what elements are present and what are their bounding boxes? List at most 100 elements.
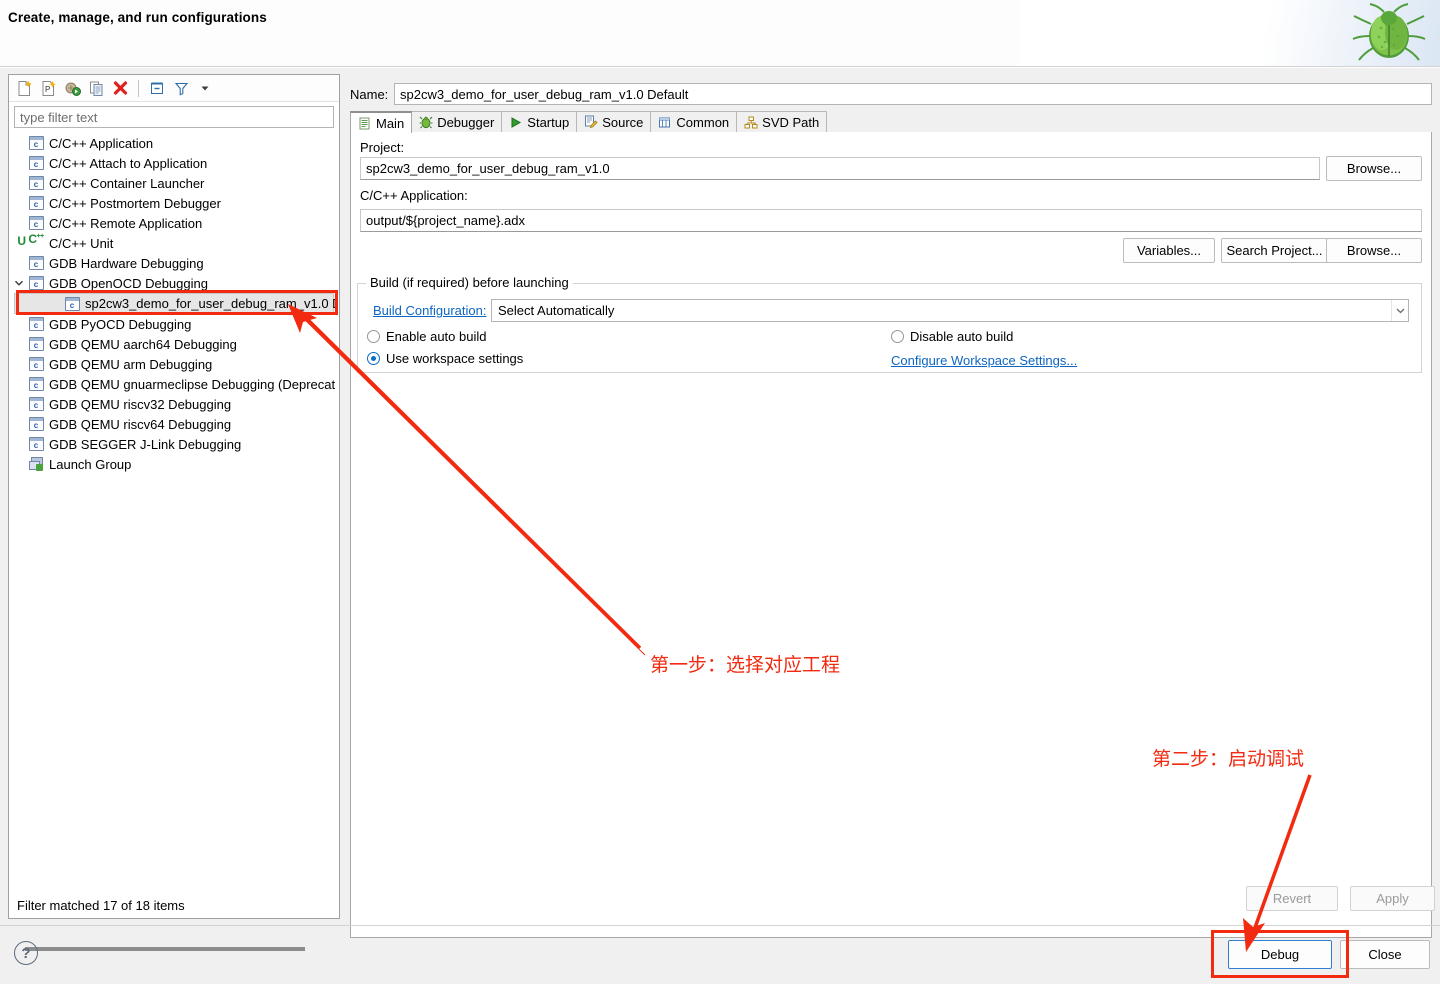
tab-label: Common [676, 115, 729, 130]
export-icon[interactable] [61, 77, 83, 99]
config-icon: c [27, 417, 45, 431]
configurations-toolbar: P [9, 75, 339, 102]
tab-common[interactable]: Common [650, 111, 737, 132]
radio-use-workspace-settings-label: Use workspace settings [386, 351, 523, 366]
close-button[interactable]: Close [1340, 940, 1430, 969]
tab-label: Startup [527, 115, 569, 130]
scrollbar-thumb[interactable] [25, 947, 305, 951]
tree-twisty-spacer [11, 396, 27, 412]
config-icon: c [27, 156, 45, 170]
build-configuration-value: Select Automatically [492, 303, 1391, 318]
config-icon: c [27, 317, 45, 331]
tab-label: Main [376, 116, 404, 131]
tree-item-10[interactable]: cGDB QEMU aarch64 Debugging [11, 334, 337, 354]
radio-indicator[interactable] [367, 352, 380, 365]
tree-item-2[interactable]: cC/C++ Container Launcher [11, 173, 337, 193]
tree-item-14[interactable]: cGDB QEMU riscv64 Debugging [11, 414, 337, 434]
tree-item-3[interactable]: cC/C++ Postmortem Debugger [11, 193, 337, 213]
tree-item-1[interactable]: cC/C++ Attach to Application [11, 153, 337, 173]
tree-item-4[interactable]: cC/C++ Remote Application [11, 213, 337, 233]
tree-item-8[interactable]: csp2cw3_demo_for_user_debug_ram_v1.0 Def… [14, 293, 334, 314]
configuration-editor: Name: sp2cw3_demo_for_user_debug_ram_v1.… [350, 74, 1432, 919]
configurations-panel: P [8, 74, 340, 919]
tree-item-15[interactable]: cGDB SEGGER J-Link Debugging [11, 434, 337, 454]
radio-use-workspace-settings[interactable]: Use workspace settings [367, 351, 523, 366]
tab-debugger[interactable]: Debugger [411, 111, 502, 132]
chevron-down-icon[interactable] [194, 77, 216, 99]
config-icon: c [27, 377, 45, 391]
tree-item-label: GDB QEMU aarch64 Debugging [45, 337, 237, 352]
radio-disable-auto-build[interactable]: Disable auto build [891, 329, 1013, 344]
tree-item-label: Launch Group [45, 457, 131, 472]
application-input[interactable]: output/${project_name}.adx [360, 209, 1422, 232]
tree-item-9[interactable]: cGDB PyOCD Debugging [11, 314, 337, 334]
duplicate-icon[interactable] [85, 77, 107, 99]
tab-svd-path[interactable]: SVD Path [736, 111, 827, 132]
radio-indicator[interactable] [891, 330, 904, 343]
filter-icon[interactable] [170, 77, 192, 99]
horizontal-scrollbar[interactable] [11, 941, 337, 957]
search-input[interactable] [15, 107, 333, 127]
debug-button[interactable]: Debug [1228, 940, 1332, 969]
new-configuration-icon[interactable] [13, 77, 35, 99]
tree-item-11[interactable]: cGDB QEMU arm Debugging [11, 354, 337, 374]
tree-item-13[interactable]: cGDB QEMU riscv32 Debugging [11, 394, 337, 414]
chevron-down-icon[interactable] [1391, 300, 1408, 321]
build-configuration-select[interactable]: Select Automatically [491, 299, 1409, 322]
tree-item-label: GDB QEMU gnuarmeclipse Debugging (Deprec… [45, 377, 335, 392]
tree-item-label: C/C++ Unit [45, 236, 113, 251]
config-icon: c [63, 297, 81, 311]
radio-disable-auto-build-label: Disable auto build [910, 329, 1013, 344]
config-icon: c [27, 337, 45, 351]
tab-source[interactable]: Source [576, 111, 651, 132]
build-group: Build (if required) before launching Bui… [357, 283, 1422, 373]
tree-item-label: C/C++ Container Launcher [45, 176, 204, 191]
tree-twisty-spacer [11, 356, 27, 372]
chevron-down-icon[interactable] [11, 275, 27, 291]
tree-item-16[interactable]: Launch Group [11, 454, 337, 474]
tree-item-7[interactable]: cGDB OpenOCD Debugging [11, 273, 337, 293]
new-prototype-icon[interactable]: P [37, 77, 59, 99]
configure-workspace-settings-link[interactable]: Configure Workspace Settings... [891, 353, 1077, 368]
bug-icon [1348, 2, 1430, 64]
collapse-all-icon[interactable] [146, 77, 168, 99]
tree-twisty-spacer [11, 376, 27, 392]
config-icon: c [27, 256, 45, 270]
tree-twisty-spacer [11, 436, 27, 452]
tree-item-0[interactable]: cC/C++ Application [11, 133, 337, 153]
tree-item-6[interactable]: cGDB Hardware Debugging [11, 253, 337, 273]
project-browse-button[interactable]: Browse... [1326, 156, 1422, 181]
revert-button[interactable]: Revert [1246, 886, 1338, 911]
delete-icon[interactable] [109, 77, 131, 99]
name-row: Name: sp2cw3_demo_for_user_debug_ram_v1.… [350, 82, 1432, 106]
configurations-tree[interactable]: cC/C++ ApplicationcC/C++ Attach to Appli… [11, 133, 337, 939]
tree-item-label: C/C++ Remote Application [45, 216, 202, 231]
name-input[interactable]: sp2cw3_demo_for_user_debug_ram_v1.0 Defa… [394, 83, 1432, 105]
tree-item-5[interactable]: C++UC/C++ Unit [11, 233, 337, 253]
build-configuration-link[interactable]: Build Configuration: [373, 303, 486, 318]
tree-item-label: GDB QEMU riscv32 Debugging [45, 397, 231, 412]
tab-main[interactable]: Main [350, 111, 412, 133]
svg-text:P: P [45, 85, 50, 94]
help-icon[interactable]: ? [14, 941, 38, 965]
tree-item-12[interactable]: cGDB QEMU gnuarmeclipse Debugging (Depre… [11, 374, 337, 394]
application-browse-button[interactable]: Browse... [1326, 238, 1422, 263]
tree-item-label: GDB PyOCD Debugging [45, 317, 191, 332]
tree-twisty-spacer [11, 135, 27, 151]
tree-item-label: GDB QEMU riscv64 Debugging [45, 417, 231, 432]
apply-button[interactable]: Apply [1350, 886, 1435, 911]
variables-button[interactable]: Variables... [1123, 238, 1215, 263]
tree-item-label: GDB Hardware Debugging [45, 256, 204, 271]
radio-indicator[interactable] [367, 330, 380, 343]
project-input[interactable]: sp2cw3_demo_for_user_debug_ram_v1.0 [360, 157, 1320, 180]
project-label: Project: [360, 140, 404, 155]
tab-label: Source [602, 115, 643, 130]
document-icon [357, 116, 372, 131]
search-project-button[interactable]: Search Project... [1221, 238, 1328, 263]
tab-startup[interactable]: Startup [501, 111, 577, 132]
filter-status-text: Filter matched 17 of 18 items [9, 892, 339, 918]
source-edit-icon [583, 115, 598, 130]
search-input-wrapper[interactable] [14, 106, 334, 128]
build-group-title: Build (if required) before launching [366, 275, 573, 290]
radio-enable-auto-build[interactable]: Enable auto build [367, 329, 486, 344]
